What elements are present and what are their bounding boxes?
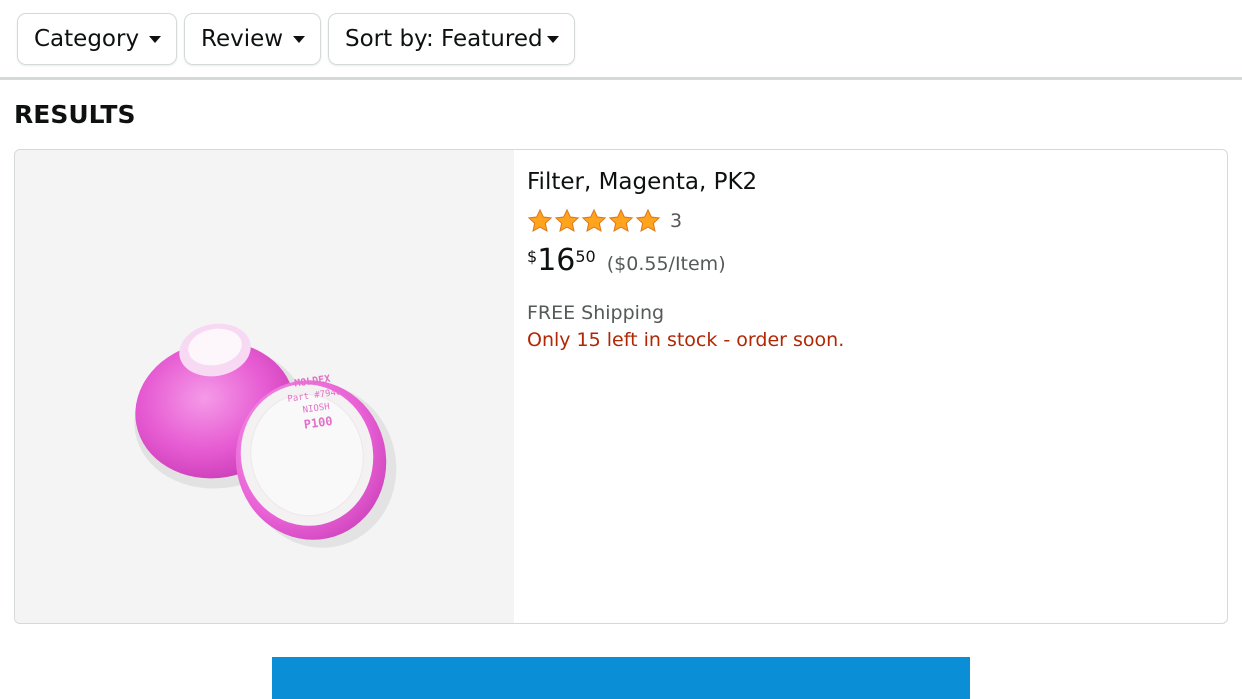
review-filter-label: Review	[201, 26, 284, 52]
star-rating[interactable]	[527, 208, 661, 234]
stock-warning: Only 15 left in stock - order soon.	[527, 329, 845, 351]
caret-down-icon	[293, 36, 305, 43]
category-filter-label: Category	[34, 26, 140, 52]
sort-dropdown[interactable]: Sort by: Featured	[328, 13, 575, 65]
caret-down-icon	[149, 36, 161, 43]
product-info: Filter, Magenta, PK2 3 $ 16 50 ($0.55/It…	[527, 168, 1217, 351]
star-icon	[554, 208, 580, 233]
category-filter-dropdown[interactable]: Category	[17, 13, 177, 65]
price-whole: 16	[537, 243, 576, 278]
star-icon	[635, 208, 661, 233]
action-button[interactable]	[272, 657, 970, 699]
star-icon	[608, 208, 634, 233]
product-title-link[interactable]: Filter, Magenta, PK2	[527, 168, 1217, 196]
rating-row[interactable]: 3	[527, 208, 682, 234]
rating-count[interactable]: 3	[670, 210, 682, 232]
filter-cartridge-image: MOLDEX Part #7940 NIOSH P100	[134, 323, 397, 548]
product-image[interactable]: MOLDEX Part #7940 NIOSH P100	[15, 150, 514, 623]
results-heading: RESULTS	[14, 100, 136, 129]
shipping-info: FREE Shipping	[527, 302, 665, 324]
sort-label: Sort by: Featured	[345, 26, 543, 52]
star-icon	[581, 208, 607, 233]
price-symbol: $	[527, 247, 538, 266]
caret-down-icon	[547, 36, 559, 43]
star-icon	[527, 208, 553, 233]
filter-bar: Category Review Sort by: Featured	[0, 0, 1242, 80]
review-filter-dropdown[interactable]: Review	[184, 13, 321, 65]
price-fraction: 50	[575, 247, 596, 266]
unit-price: ($0.55/Item)	[606, 253, 726, 275]
product-card[interactable]: MOLDEX Part #7940 NIOSH P100 Filter, Mag…	[14, 149, 1228, 624]
price: $ 16 50 ($0.55/Item)	[527, 244, 726, 278]
